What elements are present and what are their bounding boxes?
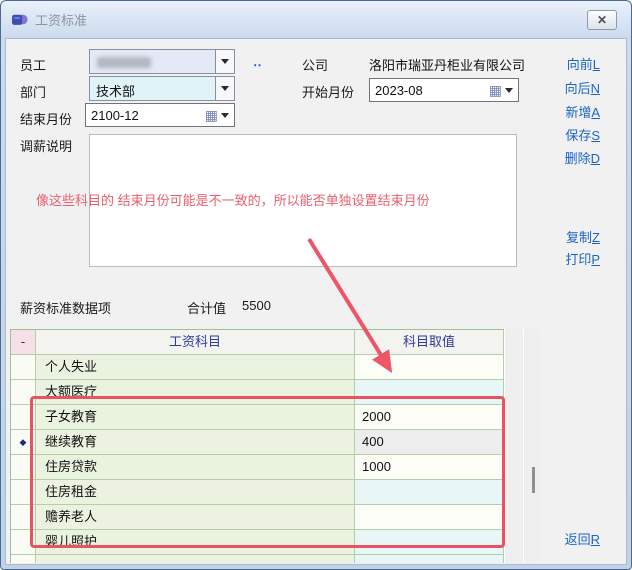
item-name-cell: 大额医疗: [36, 380, 355, 405]
row-selector[interactable]: [11, 355, 36, 380]
row-selector[interactable]: [11, 455, 36, 480]
current-row-marker[interactable]: ◆: [11, 430, 36, 455]
table-filler-column: [504, 329, 524, 563]
remark-textarea[interactable]: [89, 134, 517, 267]
row-selector[interactable]: [11, 405, 36, 430]
table-row-current: ◆ 继续教育 400: [11, 430, 504, 455]
add-button[interactable]: 新增A: [565, 102, 600, 121]
delete-button[interactable]: 删除D: [565, 148, 600, 167]
total-value: 5500: [242, 298, 271, 313]
department-label: 部门: [20, 82, 46, 101]
item-value-cell[interactable]: [355, 380, 504, 405]
item-value-cell[interactable]: 2000: [355, 405, 504, 430]
salary-standard-window: 工资标准 ✕ 员工 部门 结束月份 调薪说明 公司 开始月份 ‥ 技术部 洛: [0, 0, 632, 570]
scrollbar-thumb[interactable]: [532, 467, 535, 493]
employee-label: 员工: [20, 55, 46, 74]
calendar-icon: ▦: [489, 83, 502, 97]
start-month-label: 开始月份: [302, 82, 354, 101]
table-grid: - 工资科目 科目取值 个人失业 大额医疗 子女教育 200: [10, 329, 504, 563]
column-header-value[interactable]: 科目取值: [355, 330, 504, 355]
item-value-cell[interactable]: [355, 355, 504, 380]
table-row-partial: [11, 555, 504, 563]
start-month-field[interactable]: 2023-08 ▦: [369, 78, 519, 102]
save-button[interactable]: 保存S: [565, 125, 600, 144]
end-month-label: 结束月份: [20, 109, 72, 128]
section-title: 薪资标准数据项: [20, 298, 111, 317]
total-label: 合计值: [187, 298, 226, 317]
calendar-icon: ▦: [205, 108, 218, 122]
company-label: 公司: [302, 55, 328, 74]
company-value: 洛阳市瑞亚丹柜业有限公司: [369, 55, 525, 74]
employee-value-redacted: [90, 50, 215, 73]
item-name-cell: 个人失业: [36, 355, 355, 380]
row-selector[interactable]: [11, 505, 36, 530]
employee-combobox[interactable]: [89, 49, 235, 74]
row-selector[interactable]: [11, 380, 36, 405]
table-row: 住房租金: [11, 480, 504, 505]
department-combobox[interactable]: 技术部: [89, 76, 235, 101]
start-month-value: 2023-08: [370, 83, 489, 98]
chevron-down-icon: [221, 59, 229, 64]
table-vertical-scrollbar[interactable]: [525, 329, 541, 563]
end-month-field[interactable]: 2100-12 ▦: [85, 103, 235, 127]
end-month-value: 2100-12: [86, 108, 205, 123]
item-value-cell[interactable]: 1000: [355, 455, 504, 480]
item-name-cell: 赡养老人: [36, 505, 355, 530]
table-row: 住房贷款 1000: [11, 455, 504, 480]
remark-label: 调薪说明: [20, 136, 72, 155]
department-value: 技术部: [90, 77, 215, 100]
table-corner-cell: -: [11, 330, 36, 355]
item-value-cell[interactable]: [355, 555, 504, 563]
print-button[interactable]: 打印P: [565, 249, 600, 268]
window-titlebar: 工资标准 ✕: [1, 1, 631, 38]
window-title: 工资标准: [35, 10, 87, 29]
backward-button[interactable]: 向后N: [565, 78, 600, 97]
table-header-row: - 工资科目 科目取值: [11, 330, 504, 355]
employee-more-button[interactable]: ‥: [253, 54, 263, 70]
item-name-cell: 住房租金: [36, 480, 355, 505]
table-row: 赡养老人: [11, 505, 504, 530]
item-name-cell: 婴儿照护: [36, 530, 355, 555]
dialog-client-area: 员工 部门 结束月份 调薪说明 公司 开始月份 ‥ 技术部 洛阳市瑞亚丹柜业有限…: [5, 38, 627, 565]
department-dropdown-button[interactable]: [215, 77, 234, 100]
app-icon: [11, 11, 28, 28]
item-name-cell: 住房贷款: [36, 455, 355, 480]
item-name-cell: 继续教育: [36, 430, 355, 455]
item-name-cell: 子女教育: [36, 405, 355, 430]
row-selector[interactable]: [11, 480, 36, 505]
item-value-cell[interactable]: 400: [355, 430, 504, 455]
chevron-down-icon: [221, 113, 229, 118]
column-header-item[interactable]: 工资科目: [36, 330, 355, 355]
table-row: 婴儿照护: [11, 530, 504, 555]
item-name-cell: [36, 555, 355, 563]
return-button[interactable]: 返回R: [565, 529, 600, 548]
table-row: 个人失业: [11, 355, 504, 380]
table-row: 子女教育 2000: [11, 405, 504, 430]
copy-button[interactable]: 复制Z: [566, 227, 600, 246]
item-value-cell[interactable]: [355, 530, 504, 555]
salary-items-table: - 工资科目 科目取值 个人失业 大额医疗 子女教育 200: [10, 329, 541, 563]
row-selector[interactable]: [11, 555, 36, 563]
item-value-cell[interactable]: [355, 480, 504, 505]
redaction-blur: [97, 57, 151, 68]
chevron-down-icon: [505, 88, 513, 93]
table-row: 大额医疗: [11, 380, 504, 405]
row-selector[interactable]: [11, 530, 36, 555]
forward-button[interactable]: 向前L: [567, 54, 600, 73]
employee-dropdown-button[interactable]: [215, 50, 234, 73]
item-value-cell[interactable]: [355, 505, 504, 530]
close-button[interactable]: ✕: [587, 10, 617, 30]
chevron-down-icon: [221, 86, 229, 91]
